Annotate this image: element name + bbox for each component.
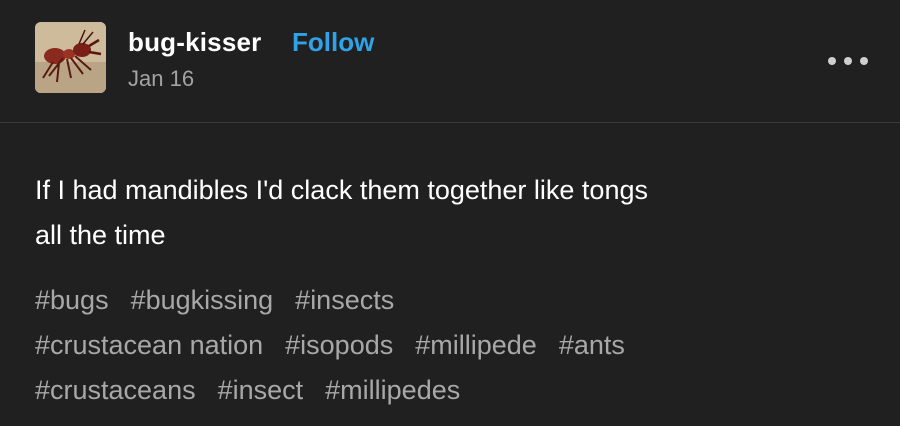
tag-list: #bugs #bugkissing #insects #crustacean nat… bbox=[35, 278, 875, 413]
tag[interactable]: #crustaceans bbox=[35, 375, 196, 405]
tag[interactable]: #bugs bbox=[35, 285, 109, 315]
post-body: If I had mandibles I'd clack them togeth… bbox=[35, 168, 865, 258]
dot bbox=[860, 57, 868, 65]
tag-row: #crustacean nation #isopods #millipede #ant… bbox=[35, 323, 875, 368]
username[interactable]: bug-kisser bbox=[128, 27, 262, 58]
avatar[interactable] bbox=[35, 22, 106, 93]
post-date[interactable]: Jan 16 bbox=[128, 66, 194, 92]
tag[interactable]: #millipedes bbox=[325, 375, 460, 405]
tag-row: #crustaceans #insect #millipedes bbox=[35, 368, 875, 413]
tag[interactable]: #millipede bbox=[415, 330, 537, 360]
tag[interactable]: #insect bbox=[218, 375, 304, 405]
more-options-icon[interactable] bbox=[828, 50, 868, 72]
tag[interactable]: #bugkissing bbox=[131, 285, 274, 315]
tag[interactable]: #crustacean nation bbox=[35, 330, 263, 360]
ant-avatar-image bbox=[35, 22, 106, 93]
follow-button[interactable]: Follow bbox=[292, 27, 374, 58]
post-header: bug-kisser Follow Jan 16 bbox=[0, 0, 900, 122]
tag[interactable]: #ants bbox=[559, 330, 625, 360]
divider bbox=[0, 122, 900, 123]
tag[interactable]: #insects bbox=[295, 285, 394, 315]
tag[interactable]: #isopods bbox=[285, 330, 393, 360]
post-text-line: all the time bbox=[35, 220, 166, 250]
tag-row: #bugs #bugkissing #insects bbox=[35, 278, 875, 323]
dot bbox=[844, 57, 852, 65]
dot bbox=[828, 57, 836, 65]
post-text-line: If I had mandibles I'd clack them togeth… bbox=[35, 175, 648, 205]
